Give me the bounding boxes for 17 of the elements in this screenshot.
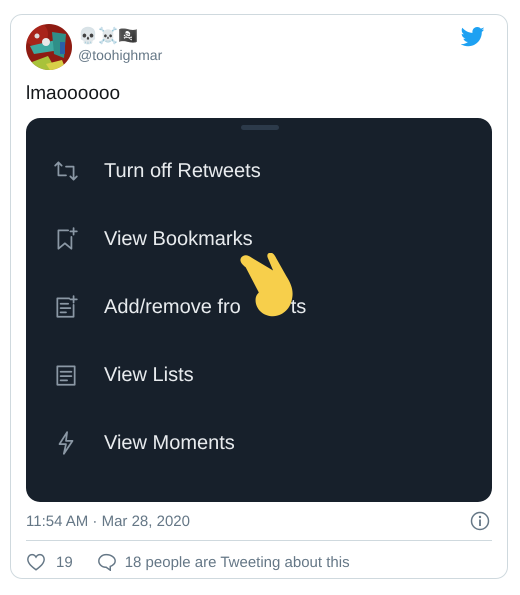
info-icon[interactable] <box>470 511 490 531</box>
menu-item-label: Add/remove fro <box>104 296 241 318</box>
sheet-handle <box>241 125 279 130</box>
like-count[interactable]: 19 <box>56 554 73 570</box>
speech-bubble-icon[interactable] <box>96 553 117 571</box>
menu-item-label: View Bookmarks <box>104 228 253 250</box>
bird-icon[interactable] <box>461 27 485 47</box>
heart-icon[interactable] <box>26 553 46 571</box>
user-handle[interactable]: @toohighmar <box>78 46 162 64</box>
conversation-link[interactable]: 18 people are Tweeting about this <box>124 554 350 570</box>
menu-item-label: Turn off Retweets <box>104 160 261 182</box>
menu-item-label: ts <box>290 296 306 318</box>
display-name[interactable]: 💀☠🏴‍☠ <box>78 26 162 46</box>
timestamp[interactable]: 11:54 AM · Mar 28, 2020 <box>26 512 190 530</box>
tweet-text: lmaoooooo <box>26 82 122 106</box>
menu-item-label: View Moments <box>104 432 235 454</box>
menu-item-label: View Lists <box>104 364 194 386</box>
